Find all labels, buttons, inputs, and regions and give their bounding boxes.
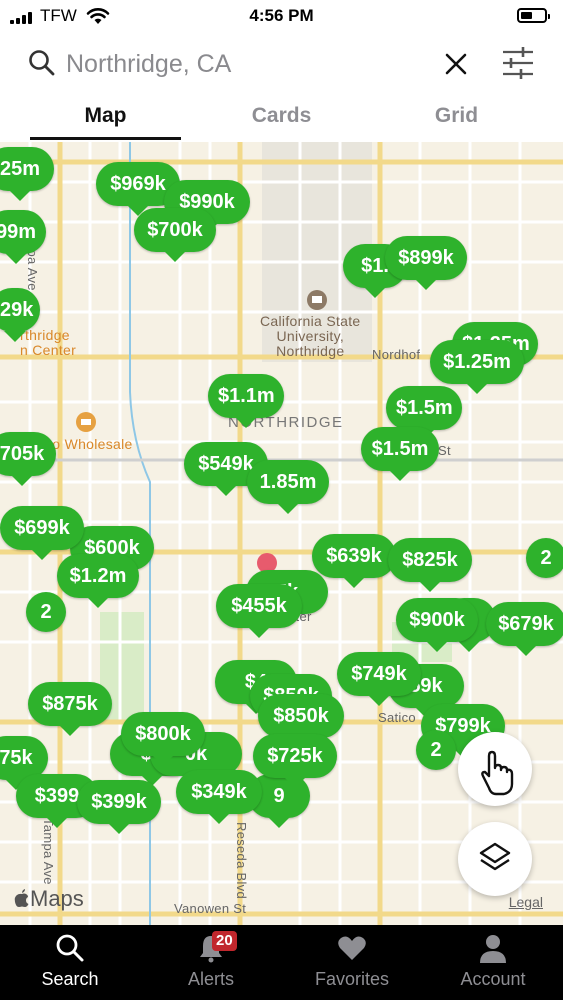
price-pin[interactable]: $850k [258,694,344,748]
search-bar: Northridge, CA [0,32,563,96]
price-pin[interactable]: $800k [121,712,205,766]
nav-label: Favorites [314,969,390,989]
heart-icon [338,936,366,960]
pin-cluster[interactable]: 2 [416,730,456,770]
map-view[interactable]: Tampa Ave Tampa Ave Reseda Blvd Vanowen … [0,142,563,925]
poi-label: co Wholesale [45,436,133,452]
tab-map[interactable]: Map [30,104,181,128]
alerts-badge: 20 [212,931,237,951]
nav-label: Account [460,969,526,989]
bottom-nav: Search 20 Alerts Favorites Account [0,925,563,1000]
poi-label: California State University, Northridge [260,313,361,359]
battery-icon [517,8,550,23]
price-pin[interactable]: $1.5m [386,386,462,440]
price-pin[interactable]: $900k [396,598,478,652]
price-pin[interactable]: $825k [388,538,472,592]
poi-label: rthridge n Center [20,327,77,358]
magnifier-icon [56,934,84,962]
apple-logo-icon [14,889,29,907]
apple-maps-attribution: Maps [14,886,84,912]
price-pin[interactable]: $639k [312,534,396,588]
price-pin[interactable]: $699k [0,506,84,560]
tab-cards[interactable]: Cards [206,104,357,128]
search-icon [29,50,55,76]
price-pin[interactable]: $899k [385,236,467,290]
street-label: Nordhof [372,347,421,362]
nav-label: Alerts [187,969,234,989]
price-pin[interactable]: $725k [253,734,337,788]
layers-icon [479,842,511,871]
pin-cluster[interactable]: 2 [526,538,563,578]
price-pin[interactable]: $1.2m [57,554,139,608]
street-label: Satico [378,710,416,725]
nav-alerts[interactable]: 20 Alerts [141,925,281,1000]
pin-cluster[interactable]: 2 [26,592,66,632]
street-label: St [438,443,451,458]
price-pin[interactable]: $700k [134,208,216,262]
price-pin[interactable]: $679k [486,602,563,656]
filter-sliders-icon[interactable] [502,46,534,80]
status-bar: TFW 4:56 PM [0,0,563,32]
price-pin[interactable]: $1.1m [208,374,284,428]
price-pin[interactable]: $749k [337,652,421,706]
clock: 4:56 PM [249,6,314,25]
nav-search[interactable]: Search [0,925,140,1000]
person-icon [480,935,506,963]
view-tabs: Map Cards Grid [0,96,563,143]
close-icon[interactable] [444,52,468,76]
nav-favorites[interactable]: Favorites [282,925,422,1000]
hand-pointer-icon [481,750,514,796]
price-pin[interactable]: $1.25m [430,340,524,394]
search-input[interactable]: Northridge, CA [66,50,231,79]
legal-link[interactable]: Legal [509,894,543,910]
price-pin[interactable]: $349k [176,770,262,824]
street-label: Vanowen St [174,901,247,916]
price-pin[interactable]: 705k [0,432,56,486]
price-pin[interactable]: 1.85m [247,460,329,514]
nav-label: Search [41,969,99,989]
street-label: Tampa Ave [41,818,56,885]
price-pin[interactable]: $1.5m [361,427,439,481]
draw-area-button[interactable] [458,732,532,806]
map-layers-button[interactable] [458,822,532,896]
active-tab-indicator [30,137,181,140]
street-label: Reseda Blvd [234,822,249,900]
price-pin[interactable]: 99m [0,210,46,264]
tab-grid[interactable]: Grid [381,104,532,128]
price-pin[interactable]: $875k [28,682,112,736]
price-pin[interactable]: $399k [77,780,161,834]
price-pin[interactable]: $455k [216,584,302,638]
nav-account[interactable]: Account [423,925,563,1000]
price-pin[interactable]: 25m [0,147,54,201]
maps-label: Maps [30,886,84,911]
